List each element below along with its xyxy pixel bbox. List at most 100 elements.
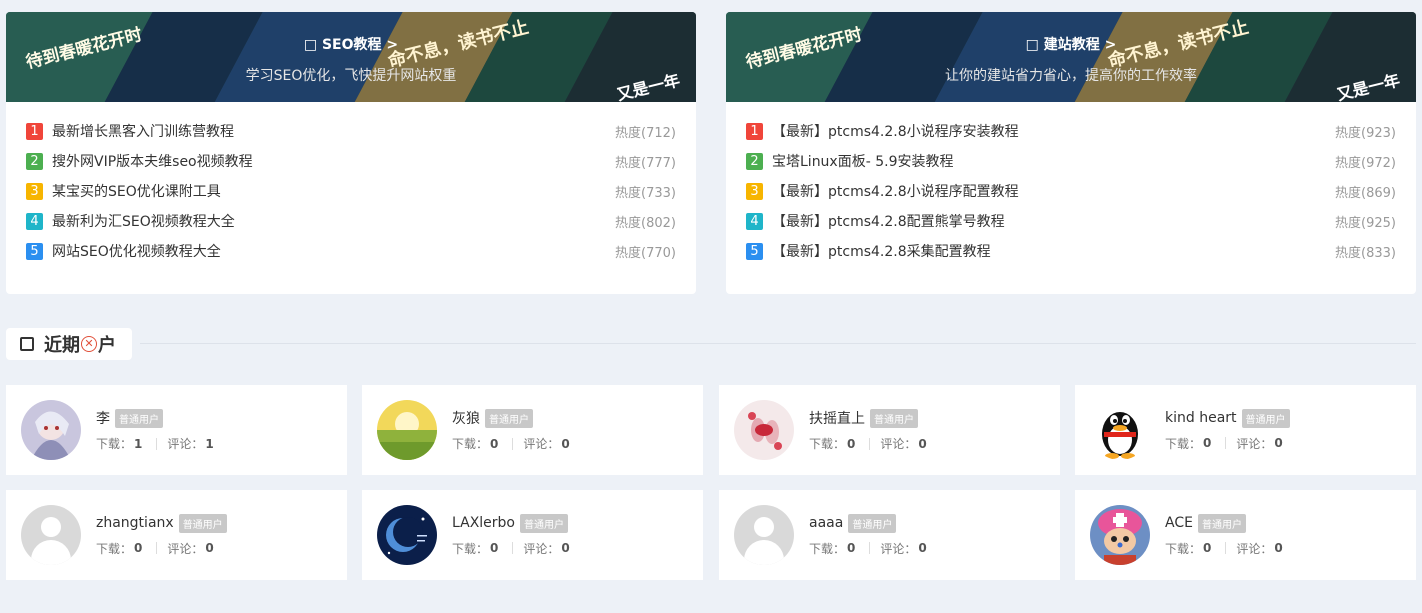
rank-badge: 5: [26, 242, 43, 260]
user-card[interactable]: 李 普通用户 下载： 1 评论： 1: [6, 385, 347, 475]
avatar[interactable]: [734, 400, 794, 460]
comment-label: 评论：: [1236, 436, 1273, 451]
download-label: 下载：: [452, 437, 489, 451]
download-label: 下载：: [809, 541, 846, 556]
comment-label: 评论：: [880, 437, 917, 451]
seo-card-title[interactable]: □ SEO教程 >: [6, 34, 696, 54]
list-item[interactable]: 1 最新增长黑客入门训练营教程 热度(712): [26, 116, 676, 146]
list-item[interactable]: 3 某宝买的SEO优化课附工具 热度(733): [26, 176, 676, 206]
user-card[interactable]: 扶摇直上 普通用户 下载： 0 评论： 0: [719, 385, 1060, 475]
site-building-card-subtitle: 让你的建站省力省心，提高你的工作效率: [945, 68, 1197, 84]
comment-label: 评论：: [523, 437, 560, 451]
username[interactable]: 扶摇直上: [809, 408, 865, 428]
article-title-link[interactable]: 最新增长黑客入门训练营教程: [52, 121, 615, 141]
download-label: 下载：: [96, 541, 133, 556]
rank-badge: 2: [26, 152, 43, 170]
avatar[interactable]: [377, 505, 437, 565]
heat-count: 热度(733): [615, 185, 676, 201]
avatar[interactable]: [377, 400, 437, 460]
avatar[interactable]: [1090, 505, 1150, 565]
username[interactable]: aaaa: [809, 515, 843, 531]
avatar[interactable]: [21, 400, 81, 460]
article-title-link[interactable]: 【最新】ptcms4.2.8小说程序配置教程: [772, 181, 1335, 201]
rank-badge: 1: [26, 122, 43, 140]
user-card[interactable]: aaaa 普通用户 下载： 0 评论： 0: [719, 490, 1060, 580]
comment-label: 评论：: [1236, 541, 1273, 556]
list-item[interactable]: 5 【最新】ptcms4.2.8采集配置教程 热度(833): [746, 236, 1396, 266]
heat-count: 热度(972): [1335, 155, 1396, 171]
article-title-link[interactable]: 网站SEO优化视频教程大全: [52, 241, 615, 261]
default-avatar-icon[interactable]: [734, 505, 794, 565]
download-label: 下载：: [1165, 436, 1202, 451]
heat-count: 热度(712): [615, 125, 676, 141]
comment-label: 评论：: [880, 541, 917, 556]
list-item[interactable]: 4 【最新】ptcms4.2.8配置熊掌号教程 热度(925): [746, 206, 1396, 236]
username[interactable]: ACE: [1165, 515, 1193, 531]
site-building-article-list: 1 【最新】ptcms4.2.8小说程序安装教程 热度(923) 2 宝塔Lin…: [726, 102, 1416, 266]
article-title-link[interactable]: 【最新】ptcms4.2.8配置熊掌号教程: [772, 211, 1335, 231]
list-item[interactable]: 2 搜外网VIP版本夫维seo视频教程 热度(777): [26, 146, 676, 176]
comment-count: 0: [918, 436, 927, 451]
user-level-badge: 普通用户: [485, 408, 533, 428]
comment-label: 评论：: [523, 541, 560, 556]
comment-count: 0: [561, 436, 570, 451]
comment-label: 评论：: [167, 437, 204, 451]
download-label: 下载：: [1165, 541, 1202, 556]
user-card[interactable]: LAXlerbo 普通用户 下载： 0 评论： 0: [362, 490, 703, 580]
rank-badge: 4: [746, 212, 763, 230]
user-card[interactable]: 灰狼 普通用户 下载： 0 评论： 0: [362, 385, 703, 475]
user-level-badge: 普通用户: [520, 513, 568, 533]
user-level-badge: 普通用户: [115, 408, 163, 428]
page: 待到春暖花开时 命不息，读书不止 又是一年 □ SEO教程 > 学习SEO优化，…: [0, 0, 1422, 613]
article-title-link[interactable]: 最新利为汇SEO视频教程大全: [52, 211, 615, 231]
heat-count: 热度(802): [615, 215, 676, 231]
download-count: 1: [134, 436, 143, 451]
user-level-badge: 普通用户: [870, 408, 918, 428]
seo-card-subtitle: 学习SEO优化，飞快提升网站权重: [245, 68, 457, 84]
user-level-badge: 普通用户: [178, 513, 227, 533]
download-label: 下载：: [809, 437, 846, 451]
heat-count: 热度(770): [615, 245, 676, 261]
article-title-link[interactable]: 宝塔Linux面板- 5.9安装教程: [772, 151, 1335, 171]
username[interactable]: 李: [96, 408, 110, 428]
site-building-card-title[interactable]: □ 建站教程 >: [726, 34, 1416, 54]
comment-count: 0: [1274, 436, 1283, 450]
rank-badge: 5: [746, 242, 763, 260]
comment-count: 0: [1274, 541, 1283, 555]
heat-count: 热度(869): [1335, 185, 1396, 201]
avatar[interactable]: [1090, 400, 1150, 460]
article-title-link[interactable]: 搜外网VIP版本夫维seo视频教程: [52, 151, 615, 171]
article-title-link[interactable]: 【最新】ptcms4.2.8采集配置教程: [772, 241, 1335, 261]
user-card[interactable]: ACE 普通用户 下载： 0 评论： 0: [1075, 490, 1416, 580]
user-level-badge: 普通用户: [1241, 408, 1290, 428]
username[interactable]: LAXlerbo: [452, 515, 515, 531]
seo-banner[interactable]: 待到春暖花开时 命不息，读书不止 又是一年 □ SEO教程 > 学习SEO优化，…: [6, 12, 696, 102]
rank-badge: 2: [746, 152, 763, 170]
heat-count: 热度(923): [1335, 125, 1396, 141]
site-building-banner[interactable]: 待到春暖花开时 命不息，读书不止 又是一年 □ 建站教程 > 让你的建站省力省心…: [726, 12, 1416, 102]
article-title-link[interactable]: 某宝买的SEO优化课附工具: [52, 181, 615, 201]
comment-count: 0: [205, 541, 214, 555]
user-card[interactable]: kind heart 普通用户 下载： 0 评论： 0: [1075, 385, 1416, 475]
seo-tutorial-card: 待到春暖花开时 命不息，读书不止 又是一年 □ SEO教程 > 学习SEO优化，…: [6, 12, 696, 294]
default-avatar-icon[interactable]: [21, 505, 81, 565]
list-item[interactable]: 2 宝塔Linux面板- 5.9安装教程 热度(972): [746, 146, 1396, 176]
list-item[interactable]: 5 网站SEO优化视频教程大全 热度(770): [26, 236, 676, 266]
article-title-link[interactable]: 【最新】ptcms4.2.8小说程序安装教程: [772, 121, 1335, 141]
rank-badge: 4: [26, 212, 43, 230]
username[interactable]: 灰狼: [452, 408, 480, 428]
user-card[interactable]: zhangtianx 普通用户 下载： 0 评论： 0: [6, 490, 347, 580]
recent-users-heading: 近期 ✕ 户: [6, 328, 132, 360]
download-count: 0: [134, 541, 143, 555]
seo-article-list: 1 最新增长黑客入门训练营教程 热度(712) 2 搜外网VIP版本夫维seo视…: [6, 102, 696, 266]
list-item[interactable]: 3 【最新】ptcms4.2.8小说程序配置教程 热度(869): [746, 176, 1396, 206]
download-count: 0: [847, 436, 856, 451]
username[interactable]: zhangtianx: [96, 515, 174, 531]
comment-label: 评论：: [167, 541, 204, 556]
heading-text-start: 近期: [44, 335, 80, 356]
comment-count: 0: [561, 541, 570, 555]
username[interactable]: kind heart: [1165, 410, 1237, 426]
list-item[interactable]: 4 最新利为汇SEO视频教程大全 热度(802): [26, 206, 676, 236]
comment-count: 0: [918, 541, 927, 555]
list-item[interactable]: 1 【最新】ptcms4.2.8小说程序安装教程 热度(923): [746, 116, 1396, 146]
